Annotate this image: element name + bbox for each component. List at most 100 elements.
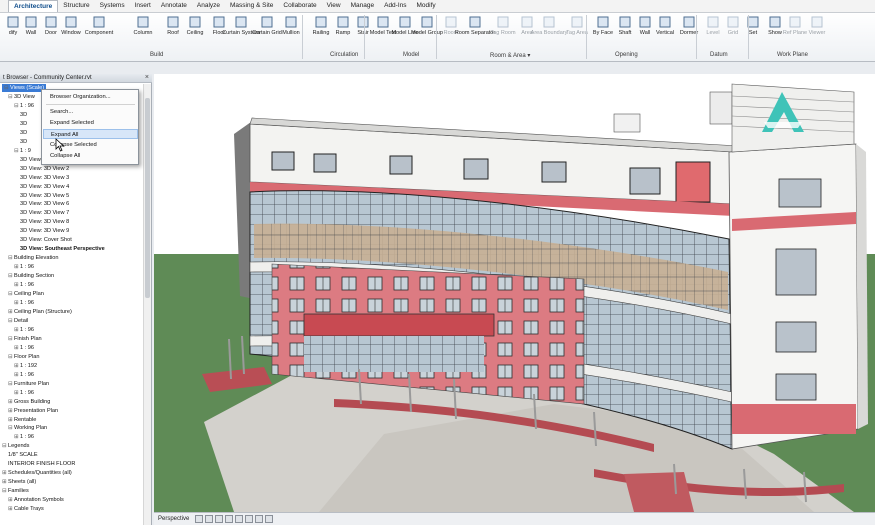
visual-style-icon[interactable] — [195, 515, 204, 523]
ribbon-button-viewer[interactable]: Viewer — [804, 15, 830, 36]
browser-tree-item[interactable]: ⊞1 : 96 — [14, 371, 34, 379]
browser-tree-item[interactable]: 3D View: 3D View 4 — [20, 183, 69, 191]
browser-tree-item[interactable]: ⊞1 : 96 — [14, 281, 34, 289]
browser-tree-item[interactable]: 3D View: 3D View 7 — [20, 209, 69, 217]
ribbon-panel-label[interactable]: Work Plane — [777, 52, 808, 58]
browser-tree-item[interactable]: ⊟1 : 9 — [14, 147, 31, 155]
browser-tree-item[interactable]: ⊟Views (Scale) — [2, 84, 47, 92]
3d-viewport[interactable] — [154, 74, 875, 512]
browser-tree-item[interactable]: ⊞Ceiling Plan (Structure) — [8, 308, 72, 316]
ribbon-button-component[interactable]: Component — [85, 15, 113, 36]
ramp-icon — [336, 15, 350, 29]
ribbon-panel-label[interactable]: Datum — [710, 52, 728, 58]
ribbon-panel-label[interactable]: Circulation — [330, 52, 358, 58]
ribbon-button-ceiling[interactable]: Ceiling — [182, 15, 208, 36]
ribbon-panel-label[interactable]: Room & Area ▾ — [490, 52, 530, 59]
browser-tree-item[interactable]: INTERIOR FINISH FLOOR — [8, 460, 75, 468]
browser-tree-item[interactable]: ⊞Rentable — [8, 416, 36, 424]
ribbon-tab-collaborate[interactable]: Collaborate — [278, 0, 321, 12]
window-icon — [64, 15, 78, 29]
browser-tree-item[interactable]: ⊟Working Plan — [8, 424, 47, 432]
ribbon-tab-systems[interactable]: Systems — [95, 0, 130, 12]
browser-scrollbar[interactable] — [143, 84, 151, 525]
browser-tree-item[interactable]: ⊞Gross Building — [8, 398, 50, 406]
browser-tree-item[interactable]: 3D View: 3D View 3 — [20, 174, 69, 182]
ribbon-panel-label[interactable]: Model — [403, 52, 419, 58]
browser-tree-item[interactable]: ⊞1 : 96 — [14, 299, 34, 307]
ribbon-button-curtain-system[interactable]: Curtain System — [222, 15, 260, 36]
browser-tree-item[interactable]: 3D View: Cover Shot — [20, 236, 72, 244]
browser-tree-item[interactable]: ⊟3D View — [8, 93, 35, 101]
ribbon-button-window[interactable]: Window — [58, 15, 84, 36]
ribbon-tab-view[interactable]: View — [322, 0, 346, 12]
ribbon-button-room-separator[interactable]: Room Separator — [455, 15, 495, 36]
sun-path-icon[interactable] — [205, 515, 214, 523]
browser-tree-item[interactable]: ⊟Floor Plan — [8, 353, 40, 361]
browser-tree-item[interactable]: ⊟Furniture Plan — [8, 380, 49, 388]
ribbon-tab-manage[interactable]: Manage — [346, 0, 380, 12]
show-crop-icon[interactable] — [245, 515, 254, 523]
ribbon-button-curtain-grid[interactable]: Curtain Grid — [252, 15, 282, 36]
ribbon-button-area-boundary[interactable]: Area Boundary — [531, 15, 567, 36]
close-icon[interactable]: × — [145, 74, 149, 81]
browser-tree-item[interactable]: ⊞1 : 192 — [14, 362, 37, 370]
ribbon-panel-label[interactable]: Build — [150, 52, 163, 58]
ribbon-button-mullion[interactable]: Mullion — [278, 15, 304, 36]
ribbon-panel-label[interactable]: Opening — [615, 52, 638, 58]
ribbon-tab-modify[interactable]: Modify — [412, 0, 441, 12]
ribbon-button-vertical[interactable]: Vertical — [652, 15, 678, 36]
ribbon-tab-architecture[interactable]: Architecture — [8, 0, 59, 12]
browser-tree-item[interactable]: 1/8" SCALE — [8, 451, 38, 459]
context-menu-search[interactable]: Search... — [43, 107, 138, 117]
ribbon-tab-annotate[interactable]: Annotate — [156, 0, 192, 12]
browser-tree-item[interactable]: ⊞1 : 96 — [14, 263, 34, 271]
browser-tree-item[interactable]: ⊟Building Elevation — [8, 254, 58, 262]
browser-tree-item[interactable]: 3D View: 3D View 6 — [20, 200, 69, 208]
browser-tree-item[interactable]: ⊟Building Section — [8, 272, 54, 280]
browser-tree-item[interactable]: 3D View: 3D View 2 — [20, 165, 69, 173]
ribbon-tab-structure[interactable]: Structure — [58, 0, 94, 12]
ribbon-button-label: dify — [8, 30, 18, 36]
browser-tree-item[interactable]: 3D — [20, 138, 27, 146]
browser-tree-item[interactable]: ⊟Finish Plan — [8, 335, 42, 343]
browser-tree-item[interactable]: ⊟Families — [2, 487, 29, 495]
scrollbar-thumb[interactable] — [145, 98, 150, 298]
browser-tree-item[interactable]: ⊞1 : 96 — [14, 389, 34, 397]
browser-tree-item[interactable]: 3D — [20, 129, 27, 137]
ribbon-tab-massing-site[interactable]: Massing & Site — [225, 0, 278, 12]
browser-tree-item[interactable]: 3D View: 3D View 8 — [20, 218, 69, 226]
browser-tree-item[interactable]: ⊞Sheets (all) — [2, 478, 36, 486]
shadows-icon[interactable] — [215, 515, 224, 523]
browser-tree-item[interactable]: ⊞Presentation Plan — [8, 407, 58, 415]
browser-tree-item[interactable]: 3D View: Southeast Perspective — [20, 245, 105, 253]
browser-tree-item[interactable]: ⊞1 : 96 — [14, 433, 34, 441]
render-icon[interactable] — [225, 515, 234, 523]
ribbon-tab-insert[interactable]: Insert — [130, 0, 156, 12]
ribbon-button-dormer[interactable]: Dormer — [676, 15, 702, 36]
browser-tree-item[interactable]: ⊞Annotation Symbols — [8, 496, 64, 504]
browser-tree-item[interactable]: ⊟Legends — [2, 442, 29, 450]
browser-tree-item[interactable]: 3D — [20, 120, 27, 128]
context-menu-expand-selected[interactable]: Expand Selected — [43, 118, 138, 128]
ribbon-tab-add-ins[interactable]: Add-Ins — [379, 0, 411, 12]
ribbon-button-tag-room[interactable]: Tag Room — [490, 15, 516, 36]
browser-tree-item[interactable]: ⊞1 : 96 — [14, 344, 34, 352]
browser-tree-item[interactable]: ⊞Cable Trays — [8, 505, 44, 513]
browser-tree-item[interactable]: ⊟1 : 96 — [14, 102, 34, 110]
browser-tree-item[interactable]: ⊟Ceiling Plan — [8, 290, 44, 298]
ribbon-tab-analyze[interactable]: Analyze — [192, 0, 225, 12]
reveal-hidden-icon[interactable] — [265, 515, 274, 523]
browser-tree-item[interactable]: ⊞Schedules/Quantities (all) — [2, 469, 72, 477]
browser-tree-item[interactable]: ⊟Detail — [8, 317, 28, 325]
context-menu-collapse-all[interactable]: Collapse All — [43, 151, 138, 161]
crop-view-icon[interactable] — [235, 515, 244, 523]
browser-tree-item[interactable]: 3D View: 3D View 5 — [20, 192, 69, 200]
browser-tree-item[interactable]: 3D — [20, 111, 27, 119]
temporary-hide-icon[interactable] — [255, 515, 264, 523]
browser-tree-item[interactable]: ⊞1 : 96 — [14, 326, 34, 334]
ribbon-button-column[interactable]: Column — [130, 15, 156, 36]
context-menu-browser-organization[interactable]: Browser Organization... — [43, 92, 138, 102]
ribbon-button-label: Column — [133, 30, 153, 36]
browser-tree-item[interactable]: 3D View: 3D View 9 — [20, 227, 69, 235]
curtain-system-icon — [234, 15, 248, 29]
